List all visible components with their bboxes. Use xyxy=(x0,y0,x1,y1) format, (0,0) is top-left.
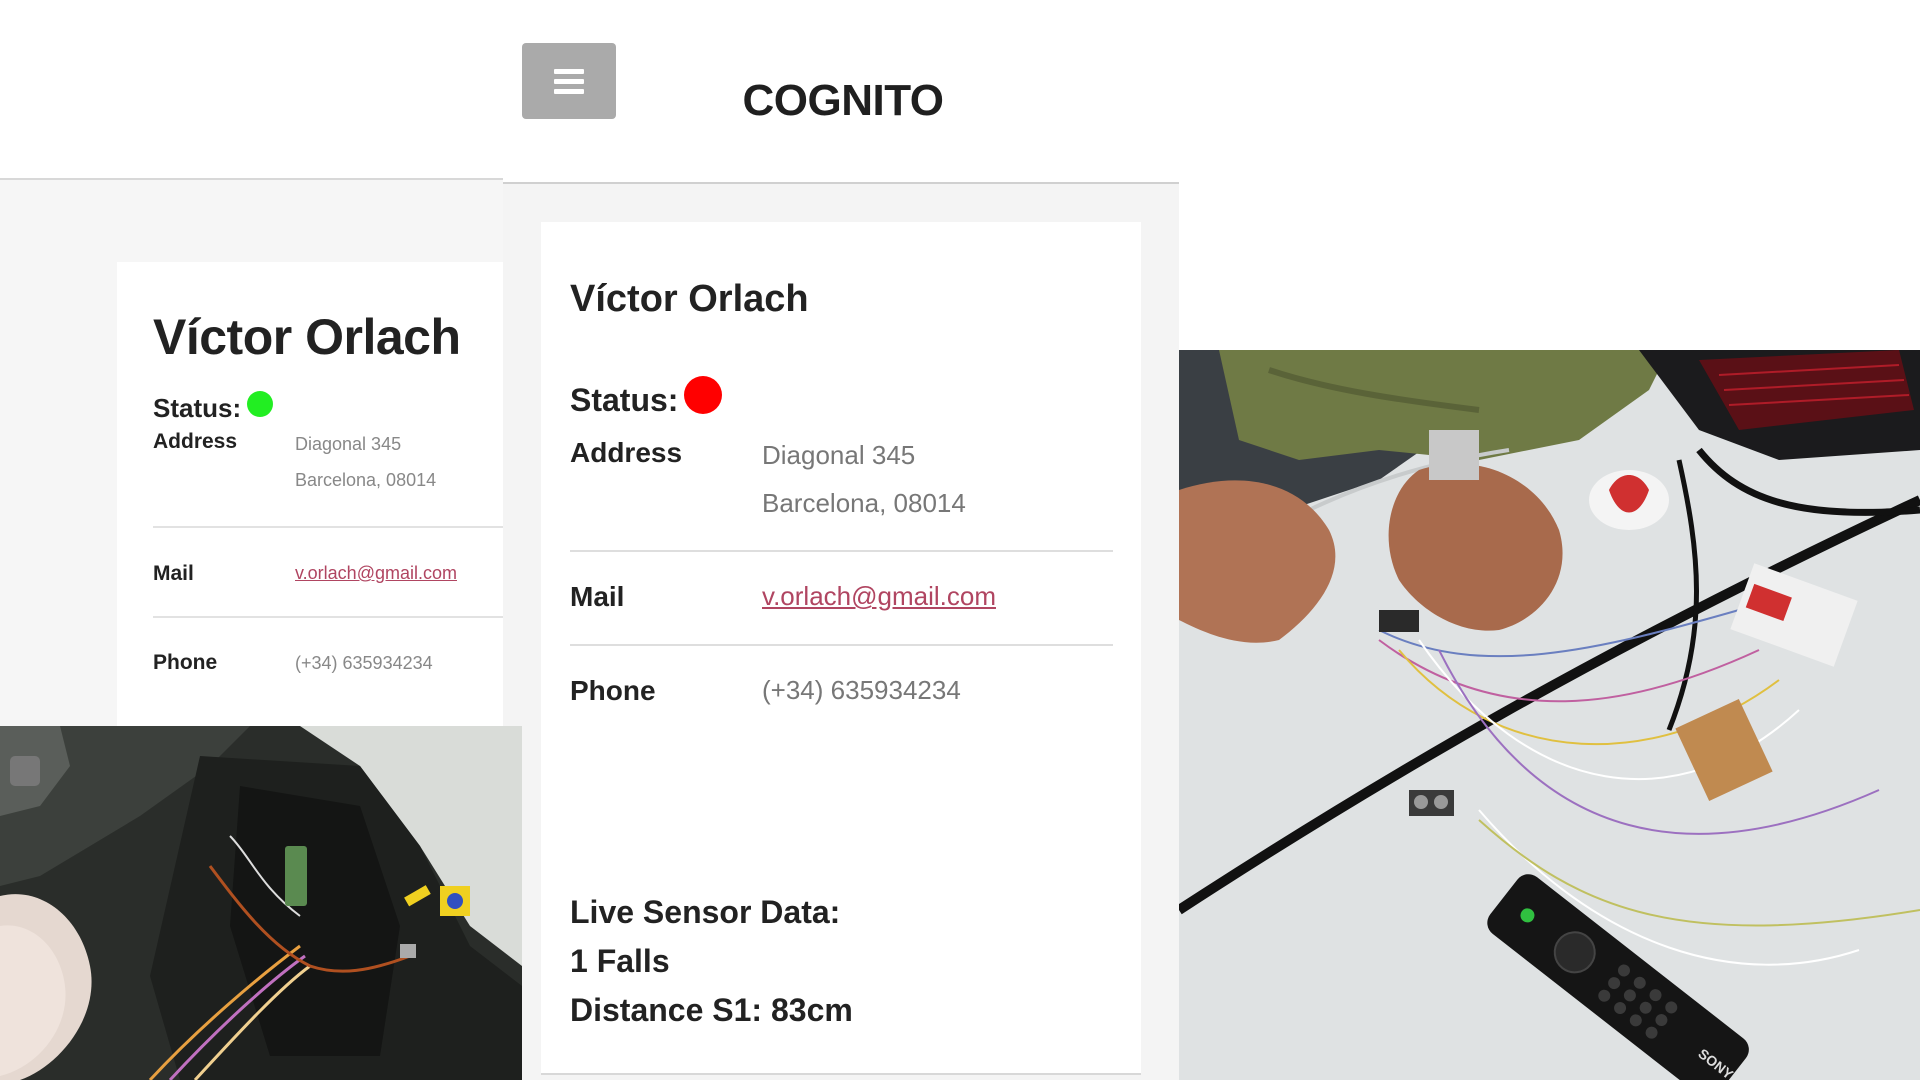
lab-prototype-photo: SONY xyxy=(1179,350,1920,1080)
mail-link[interactable]: v.orlach@gmail.com xyxy=(295,563,457,583)
phone-value: (+34) 635934234 xyxy=(295,653,433,673)
bag-sensor-photo xyxy=(0,726,522,1080)
sensor-falls: 1 Falls xyxy=(570,943,670,979)
divider xyxy=(153,616,503,618)
profile-name: Víctor Orlach xyxy=(153,309,461,365)
menu-button[interactable] xyxy=(522,43,616,119)
status-label: Status: xyxy=(570,382,679,418)
divider xyxy=(570,550,1113,552)
left-header xyxy=(0,0,503,180)
address-label: Address xyxy=(570,437,683,468)
brand-title: COGNITO xyxy=(742,76,944,125)
mail-link[interactable]: v.orlach@gmail.com xyxy=(762,581,996,611)
address-label: Address xyxy=(153,430,238,453)
hamburger-menu-icon xyxy=(554,64,584,99)
mail-label: Mail xyxy=(570,581,625,612)
address-line-2: Barcelona, 08014 xyxy=(295,470,437,490)
status-label: Status: xyxy=(153,393,242,423)
live-sensor-data: Live Sensor Data: 1 Falls Distance S1: 8… xyxy=(570,888,853,1035)
sensor-distance: Distance S1: 83cm xyxy=(570,992,853,1028)
divider xyxy=(541,1073,1141,1075)
status-indicator-icon xyxy=(684,375,723,414)
divider xyxy=(153,526,503,528)
address-line-1: Diagonal 345 xyxy=(762,440,916,470)
left-profile-card: Víctor Orlach Status: Address Diagonal 3… xyxy=(117,262,503,726)
status-indicator-icon xyxy=(247,390,274,417)
address-line-2: Barcelona, 08014 xyxy=(762,488,966,518)
profile-card: Víctor Orlach Status: Address Diagonal 3… xyxy=(541,222,1141,1074)
phone-label: Phone xyxy=(570,675,656,706)
phone-label: Phone xyxy=(153,651,218,674)
status-row: Status: xyxy=(153,390,274,424)
sensor-title: Live Sensor Data: xyxy=(570,894,841,930)
status-row: Status: xyxy=(570,375,723,419)
profile-name: Víctor Orlach xyxy=(570,278,809,320)
divider xyxy=(570,644,1113,646)
phone-value: (+34) 635934234 xyxy=(762,675,961,705)
address-line-1: Diagonal 345 xyxy=(295,434,402,454)
mail-label: Mail xyxy=(153,562,194,585)
